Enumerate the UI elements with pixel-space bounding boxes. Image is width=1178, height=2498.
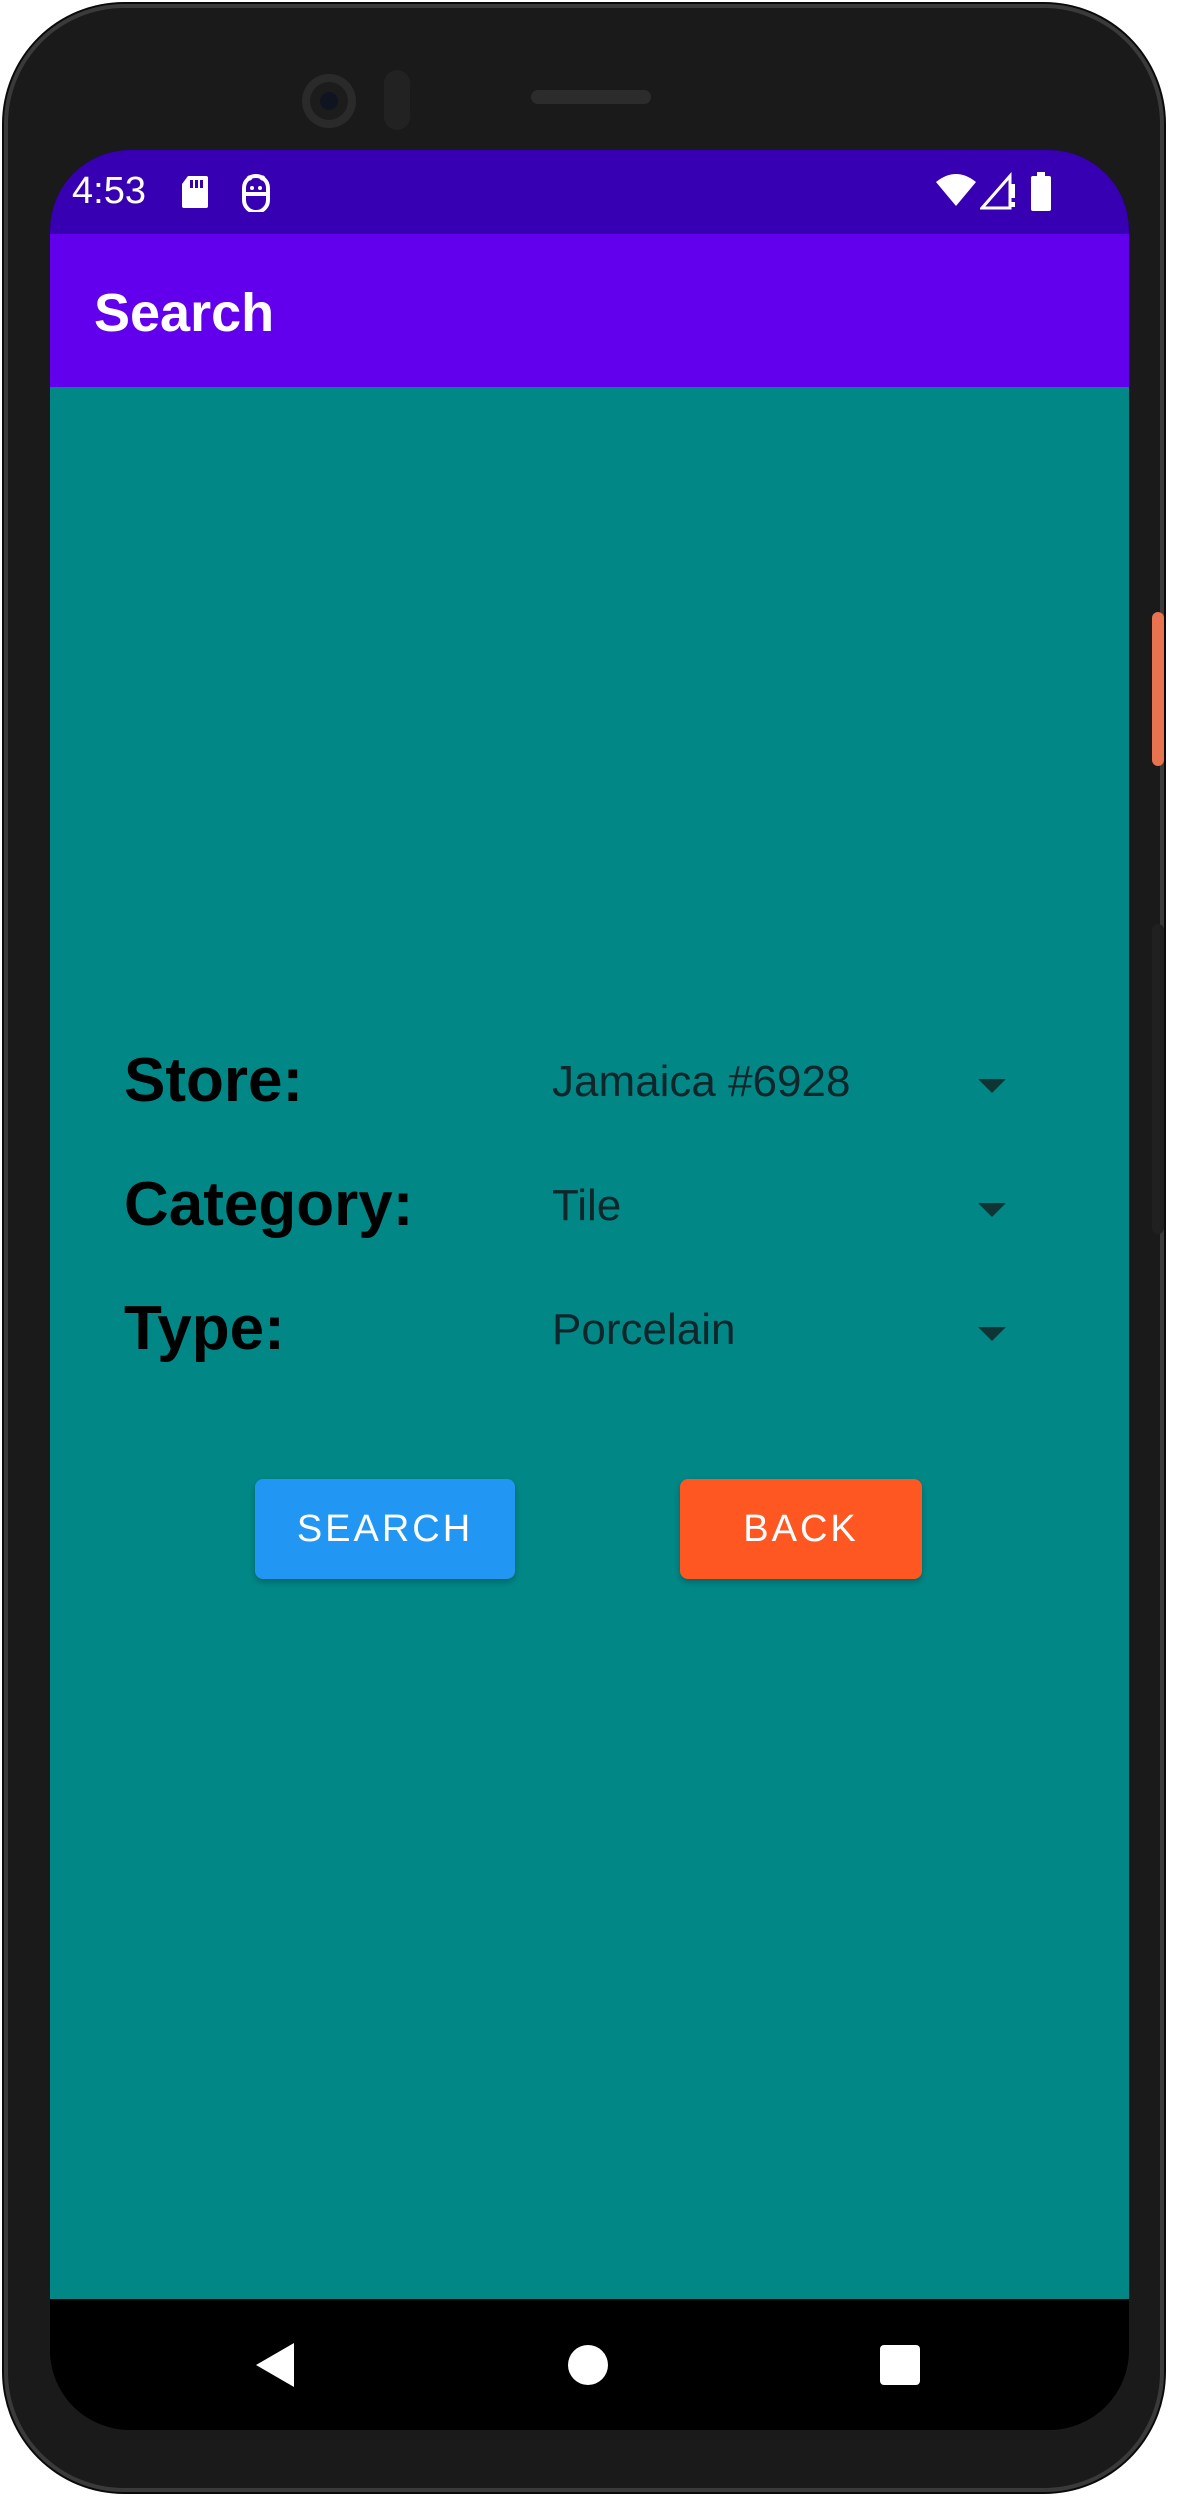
power-button (1152, 612, 1164, 766)
page-title: Search (94, 283, 275, 343)
nav-home-icon[interactable] (568, 2345, 608, 2385)
back-button[interactable]: BACK (680, 1479, 922, 1579)
app-toolbar: Search (50, 234, 1129, 387)
dropdown-arrow-icon (978, 1203, 1006, 1217)
dropdown-arrow-icon (978, 1079, 1006, 1093)
earpiece-speaker (531, 90, 651, 104)
store-dropdown-value: Jamaica #6928 (552, 1057, 851, 1106)
system-nav-bar (50, 2299, 1129, 2430)
battery-icon (1030, 172, 1052, 217)
store-dropdown[interactable]: Jamaica #6928 (552, 1039, 1072, 1129)
type-dropdown-value: Porcelain (552, 1305, 736, 1354)
search-button[interactable]: SEARCH (255, 1479, 515, 1579)
nav-back-icon[interactable] (256, 2343, 294, 2387)
type-label: Type: (124, 1294, 285, 1363)
category-dropdown-value: Tile (552, 1181, 622, 1230)
volume-rocker (1152, 924, 1164, 1234)
nav-recents-icon[interactable] (880, 2345, 920, 2385)
android-debug-icon (240, 174, 272, 217)
category-label: Category: (124, 1170, 414, 1239)
status-time: 4:53 (72, 170, 146, 212)
front-camera (302, 74, 356, 128)
status-bar: 4:53 (50, 150, 1129, 234)
wifi-icon (934, 172, 978, 213)
store-label: Store: (124, 1046, 304, 1115)
dropdown-arrow-icon (978, 1327, 1006, 1341)
category-dropdown[interactable]: Tile (552, 1163, 1072, 1253)
cell-signal-icon (978, 172, 1016, 215)
search-form: Store: Jamaica #6928 Category: Tile Type… (50, 387, 1129, 2299)
phone-frame: 4:53 Search Store: Jamaica #6928 Categor… (4, 4, 1164, 2492)
proximity-sensor (384, 70, 410, 130)
type-dropdown[interactable]: Porcelain (552, 1287, 1072, 1377)
sd-card-icon (180, 174, 210, 215)
device-screen: 4:53 Search Store: Jamaica #6928 Categor… (50, 150, 1129, 2430)
